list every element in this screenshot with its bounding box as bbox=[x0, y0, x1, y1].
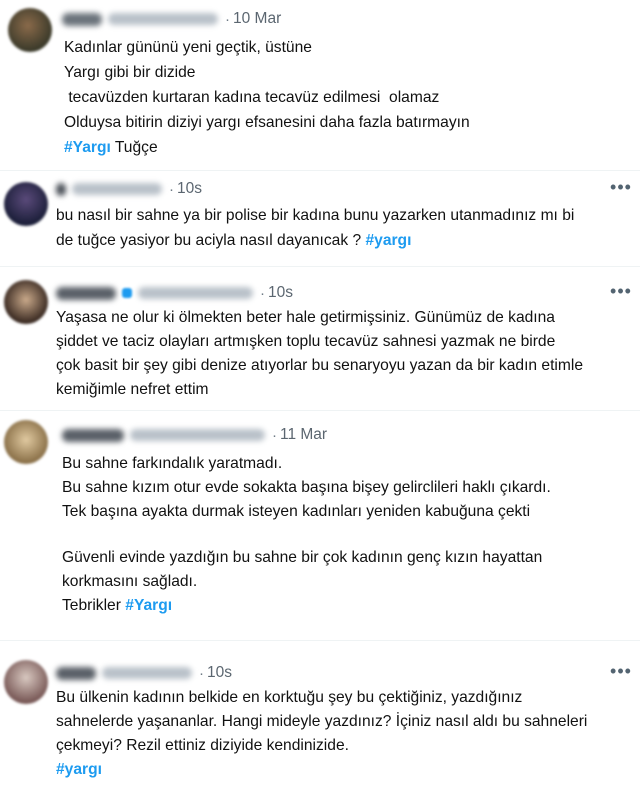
hashtag-link[interactable]: #Yargı bbox=[64, 139, 111, 156]
tweet-text-line: korkmasını sağladı. bbox=[62, 573, 198, 590]
user-name[interactable] bbox=[56, 666, 96, 680]
tweet-text-line: kemiğimle nefret ettim bbox=[56, 381, 209, 398]
tweet-text-fragment: Tuğçe bbox=[110, 139, 158, 156]
tweet-text-line: Bu sahne farkındalık yaratmadı. bbox=[62, 455, 283, 472]
user-handle[interactable] bbox=[108, 13, 218, 25]
tweet-text-line: tecavüzden kurtaran kadına tecavüz edilm… bbox=[64, 89, 440, 106]
tweet-text-line: çekmeyi? Rezil ettiniz diziyide kendiniz… bbox=[56, 737, 349, 754]
hashtag-link[interactable]: #yargı bbox=[365, 232, 411, 249]
user-name[interactable] bbox=[62, 12, 102, 26]
avatar[interactable] bbox=[4, 182, 48, 226]
avatar[interactable] bbox=[4, 420, 48, 464]
user-name[interactable] bbox=[62, 428, 124, 442]
user-handle[interactable] bbox=[130, 429, 265, 441]
tweet-text-line: Kadınlar gününü yeni geçtik, üstüne bbox=[64, 39, 312, 56]
user-name[interactable] bbox=[56, 286, 116, 300]
tweet-time[interactable]: 10 Mar bbox=[233, 10, 281, 28]
user-handle[interactable] bbox=[138, 287, 253, 299]
user-name[interactable] bbox=[56, 182, 66, 196]
tweet-time[interactable]: 11 Mar bbox=[280, 426, 327, 444]
tweet-text-line: sahnelerde yaşananlar. Hangi mideyle yaz… bbox=[56, 713, 588, 730]
tweet-text-line: #Yargı Tuğçe bbox=[64, 136, 158, 160]
divider bbox=[0, 170, 640, 171]
tweet-text-line: Yargı gibi bir dizide bbox=[64, 64, 196, 81]
avatar[interactable] bbox=[8, 8, 52, 52]
more-horizontal-icon[interactable]: ••• bbox=[610, 282, 632, 306]
verified-badge-icon bbox=[122, 288, 132, 298]
user-handle[interactable] bbox=[102, 667, 192, 679]
more-horizontal-icon[interactable]: ••• bbox=[610, 662, 632, 686]
tweet-text-line: şiddet ve taciz olayları artmışken toplu… bbox=[56, 333, 556, 350]
tweet-text-line: Tebrikler #Yargı bbox=[62, 594, 172, 618]
avatar[interactable] bbox=[4, 660, 48, 704]
tweet-text-line: Güvenli evinde yazdığın bu sahne bir çok… bbox=[62, 549, 543, 566]
tweet-time[interactable]: 10s bbox=[268, 284, 293, 302]
tweet-text-line: Bu ülkenin kadının belkide en korktuğu ş… bbox=[56, 689, 523, 706]
tweet-text-line: Tek başına ayakta durmak isteyen kadınla… bbox=[62, 503, 531, 520]
tweet-text-line: Yaşasa ne olur ki ölmekten beter hale ge… bbox=[56, 309, 555, 326]
hashtag-link[interactable]: #yargı bbox=[56, 761, 102, 778]
divider bbox=[0, 266, 640, 267]
tweet-text-line: Olduysa bitirin diziyi yargı efsanesini … bbox=[64, 114, 470, 131]
user-handle[interactable] bbox=[72, 183, 162, 195]
tweet-text-line: çok basit bir şey gibi denize atıyorlar … bbox=[56, 357, 583, 374]
tweet-text-line: de tuğce yasiyor bu aciyla nasıl dayanıc… bbox=[56, 229, 411, 253]
tweet-text-line: bu nasıl bir sahne ya bir polise bir kad… bbox=[56, 207, 575, 224]
avatar[interactable] bbox=[4, 280, 48, 324]
tweet-text-fragment: de tuğce yasiyor bu aciyla nasıl dayanıc… bbox=[56, 232, 366, 249]
hashtag-link[interactable]: #Yargı bbox=[125, 597, 172, 614]
divider bbox=[0, 410, 640, 411]
tweet-text-fragment: Tebrikler bbox=[62, 597, 126, 614]
more-horizontal-icon[interactable]: ••• bbox=[610, 178, 632, 202]
tweet-text-line: Bu sahne kızım otur evde sokakta başına … bbox=[62, 479, 551, 496]
tweet-text-line: #yargı bbox=[56, 758, 102, 782]
tweet-time[interactable]: 10s bbox=[177, 180, 202, 198]
tweet-time[interactable]: 10s bbox=[207, 664, 232, 682]
divider bbox=[0, 640, 640, 641]
